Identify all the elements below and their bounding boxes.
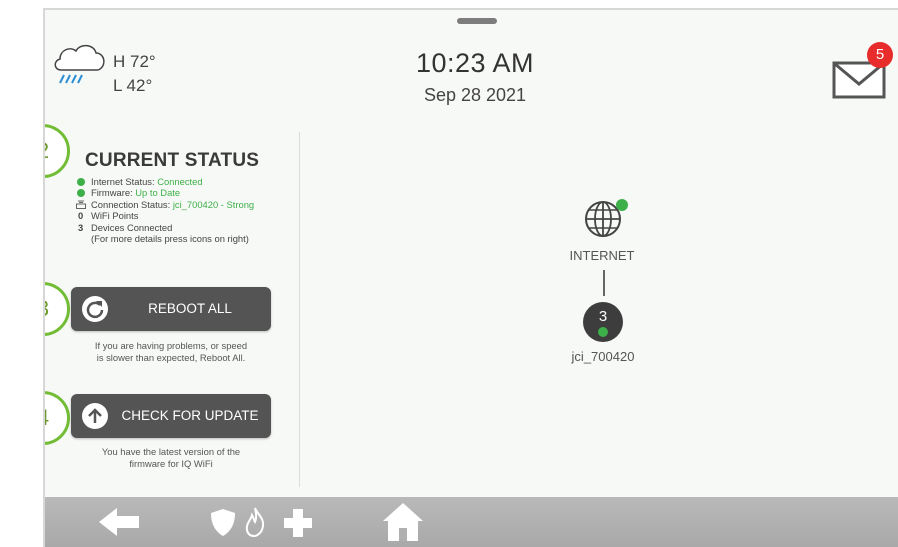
reboot-all-label: REBOOT ALL [148,301,232,316]
firmware-value: Up to Date [135,187,181,199]
medical-cross-icon [284,509,312,537]
internet-status-row: Internet Status: Connected [75,176,305,187]
firmware-status-row: Firmware: Up to Date [75,187,305,198]
devices-count: 3 [78,221,84,233]
check-for-update-button[interactable]: CHECK FOR UPDATE [71,394,271,438]
bottom-navigation-bar [45,497,898,547]
update-help-text: You have the latest version of the firmw… [71,446,271,469]
connection-status-row: Connection Status: jci_700420 - Strong [75,199,305,210]
fire-button[interactable] [242,505,268,544]
update-help-line: firmware for IQ WiFi [129,457,213,469]
router-status-dot-icon [598,327,608,337]
temperature-low: L 42° [113,76,153,95]
firmware-label: Firmware: [91,187,136,199]
clock-date: Sep 28 2021 [423,85,527,105]
medical-button[interactable] [282,505,314,544]
devices-label: Devices Connected [91,221,173,233]
status-dot-icon [77,178,85,186]
back-arrow-icon [99,508,139,536]
connection-line [603,270,605,296]
internet-status-value: Connected [157,176,203,187]
check-for-update-label: CHECK FOR UPDATE [121,408,259,423]
details-note: (For more details press icons on right) [91,233,249,245]
connection-value: jci_700420 - Strong [172,198,255,210]
devices-row: 3 Devices Connected [75,222,305,233]
status-list: Internet Status: Connected Firmware: Up … [75,176,305,244]
temperature-high: H 72° [113,52,156,71]
wifi-points-count: 0 [78,210,84,222]
screen: H 72° L 42° 10:23 AM Sep 28 2021 5 CURRE… [43,8,898,547]
update-help-line: You have the latest version of the [101,446,241,457]
step-marker-2: 2 [45,124,70,178]
weather-widget[interactable]: H 72° L 42° [51,40,171,110]
clock-time: 10:23 AM [415,48,535,78]
connection-label: Connection Status: [91,198,173,210]
step-marker-3: 3 [45,282,70,336]
internet-status-label: Internet Status: [91,176,158,187]
reboot-help-line: If you are having problems, or speed [94,340,248,351]
internet-label: INTERNET [569,248,635,263]
pull-down-handle[interactable] [457,18,497,24]
up-arrow-icon [82,403,108,429]
unread-badge: 5 [867,42,893,68]
wifi-points-row: 0 WiFi Points [75,210,305,221]
globe-icon [585,199,628,237]
status-dot-icon [77,189,85,198]
fire-icon [245,507,265,538]
router-node-count: 3 [598,308,608,325]
refresh-icon [82,296,108,322]
home-button[interactable] [381,499,425,547]
status-title: CURRENT STATUS [85,150,260,171]
reboot-all-button[interactable]: REBOOT ALL [71,287,271,331]
rain-cloud-icon [54,44,105,84]
shield-icon [211,509,235,536]
router-icon [76,200,86,209]
wifi-points-label: WiFi Points [91,210,139,222]
internet-node[interactable] [583,195,633,239]
step-marker-4: 4 [45,391,70,445]
router-node[interactable]: 3 [583,302,623,342]
reboot-help-line: is slower than expected, Reboot All. [96,351,246,363]
clock: 10:23 AM Sep 28 2021 [375,48,575,106]
back-button[interactable] [97,505,141,544]
router-node-label: jci_700420 [571,349,635,364]
messages-button[interactable]: 5 [832,42,898,102]
reboot-help-text: If you are having problems, or speed is … [71,340,271,363]
home-icon [383,503,423,541]
security-button[interactable] [208,505,238,544]
